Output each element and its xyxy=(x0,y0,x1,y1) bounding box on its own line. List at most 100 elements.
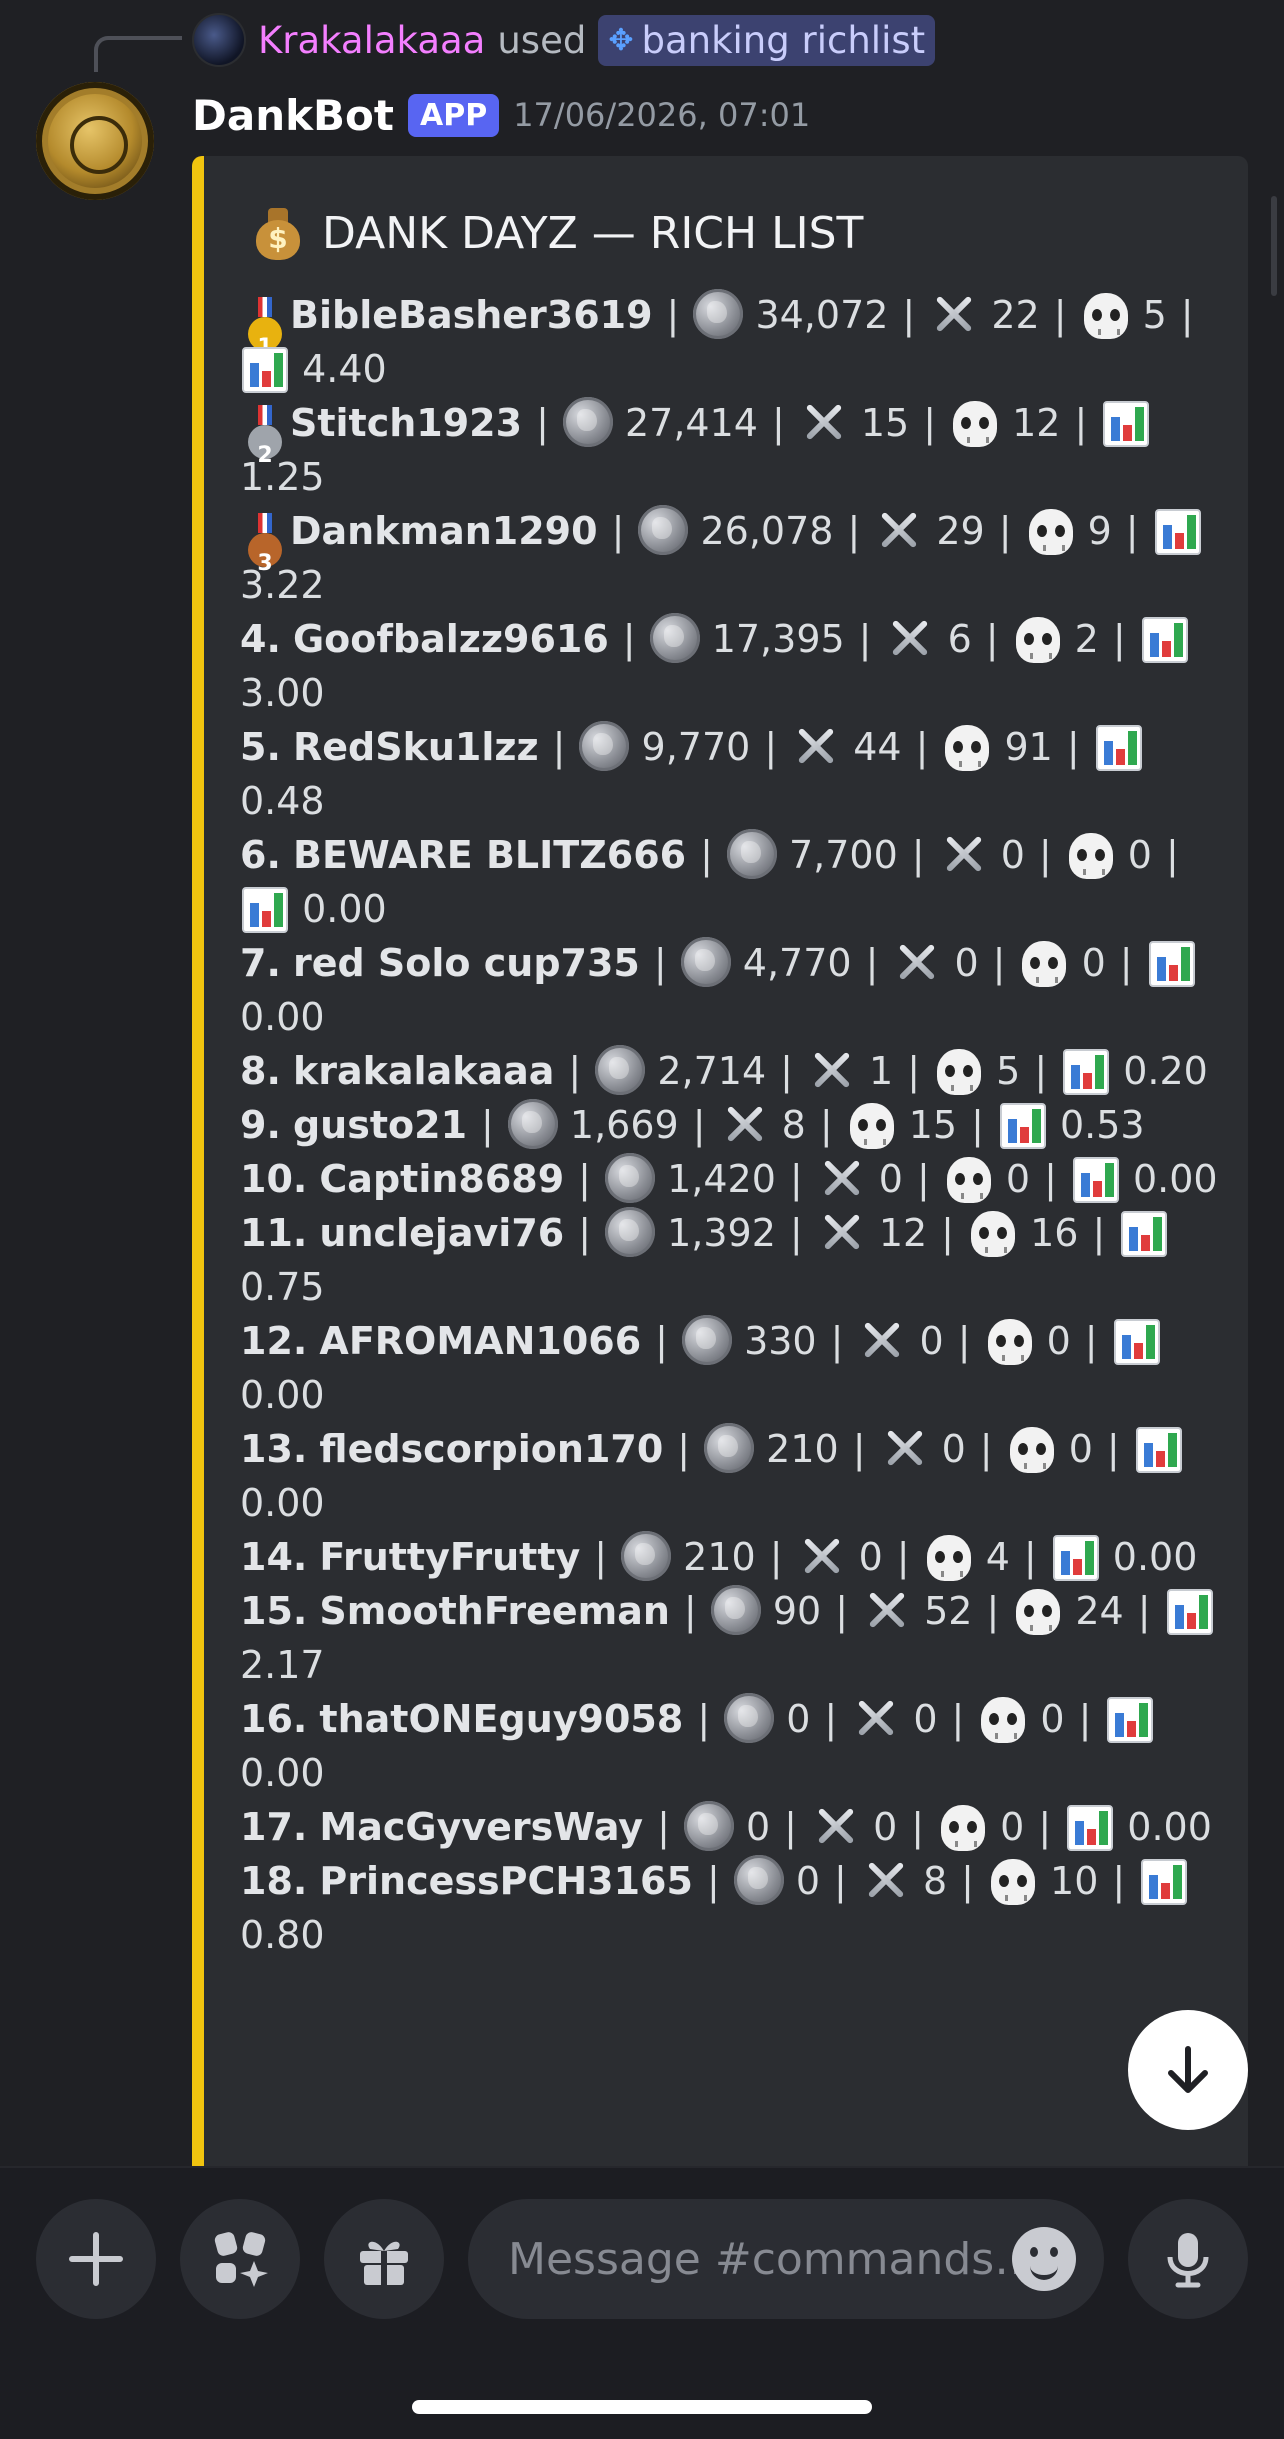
player-rank: 15. xyxy=(240,1589,308,1633)
coin-icon xyxy=(726,829,777,879)
home-indicator[interactable] xyxy=(412,2400,872,2414)
player-name: SmoothFreeman xyxy=(319,1589,670,1633)
reply-header[interactable]: Krakalakaaa used ✥ banking richlist xyxy=(192,10,936,70)
emoji-icon[interactable] xyxy=(1012,2227,1076,2291)
bar-chart-icon xyxy=(1141,1859,1188,1905)
separator: | xyxy=(764,725,778,769)
player-name: krakalakaaa xyxy=(292,1049,555,1093)
deaths-count: 5 xyxy=(1142,293,1167,337)
add-attachment-button[interactable] xyxy=(36,2199,156,2319)
coin-icon xyxy=(621,1531,672,1581)
player-rank: 16. xyxy=(240,1697,308,1741)
command-pill[interactable]: ✥ banking richlist xyxy=(598,14,936,66)
kills-count: 1 xyxy=(869,1049,894,1093)
rich-list-row: 11. unclejavi76 | 1,392 | 12 | 16 | 0.75 xyxy=(240,1206,1240,1314)
deaths-count: 0 xyxy=(1068,1427,1093,1471)
deaths-count: 16 xyxy=(1030,1211,1079,1255)
kd-ratio: 0.00 xyxy=(1132,1157,1218,1201)
coin-balance: 17,395 xyxy=(711,617,845,661)
apps-button[interactable] xyxy=(180,2199,300,2319)
message-timestamp: 17/06/2026, 07:01 xyxy=(513,96,811,134)
separator: | xyxy=(1066,725,1080,769)
voice-message-button[interactable] xyxy=(1128,2199,1248,2319)
separator: | xyxy=(951,1697,965,1741)
separator: | xyxy=(961,1859,974,1903)
kd-ratio: 0.00 xyxy=(240,1751,325,1795)
rich-list-row: 16. thatONEguy9058 | 0 | 0 | 0 | 0.00 xyxy=(240,1692,1240,1800)
coin-icon xyxy=(562,397,613,447)
separator: | xyxy=(1074,401,1088,445)
skull-icon xyxy=(945,725,990,771)
kills-count: 0 xyxy=(858,1535,883,1579)
coin-icon xyxy=(579,721,630,771)
plus-icon xyxy=(69,2232,123,2286)
gift-button[interactable] xyxy=(324,2199,444,2319)
kills-count: 0 xyxy=(954,941,979,985)
crossed-swords-icon xyxy=(799,397,849,447)
bar-chart-icon xyxy=(242,347,288,393)
crossed-swords-icon xyxy=(892,937,942,987)
kills-count: 44 xyxy=(853,725,902,769)
message-input[interactable]: Message #commands… xyxy=(468,2199,1104,2319)
separator: | xyxy=(835,1589,848,1633)
bar-chart-icon xyxy=(1121,1211,1168,1257)
separator: | xyxy=(784,1805,797,1849)
deaths-count: 0 xyxy=(1000,1805,1025,1849)
bar-chart-icon xyxy=(1052,1535,1099,1581)
coin-balance: 0 xyxy=(786,1697,811,1741)
coin-icon xyxy=(693,289,744,339)
rich-list-row: 18. PrincessPCH3165 | 0 | 8 | 10 | 0.80 xyxy=(240,1854,1240,1962)
deaths-count: 91 xyxy=(1004,725,1053,769)
skull-icon xyxy=(926,1535,971,1581)
kills-count: 6 xyxy=(947,617,972,661)
jump-to-bottom-button[interactable] xyxy=(1128,2010,1248,2130)
deaths-count: 4 xyxy=(985,1535,1010,1579)
bot-name[interactable]: DankBot xyxy=(192,91,394,140)
scrollbar[interactable] xyxy=(1271,196,1277,296)
rich-list-row: 14. FruttyFrutty | 210 | 0 | 4 | 0.00 xyxy=(240,1530,1240,1584)
reply-username[interactable]: Krakalakaaa xyxy=(258,19,485,62)
deaths-count: 0 xyxy=(1127,833,1152,877)
separator: | xyxy=(847,509,861,553)
kd-ratio: 0.80 xyxy=(240,1913,325,1957)
reply-user-avatar[interactable] xyxy=(192,13,246,67)
separator: | xyxy=(1038,1805,1052,1849)
player-name: fledscorpion170 xyxy=(319,1427,664,1471)
rich-list-row: 4. Goofbalzz9616 | 17,395 | 6 | 2 | 3.00 xyxy=(240,612,1240,720)
separator: | xyxy=(700,833,713,877)
kills-count: 52 xyxy=(924,1589,973,1633)
skull-icon xyxy=(987,1319,1032,1365)
rich-list-row: 2 Stitch1923 | 27,414 | 15 | 12 | 1.25 xyxy=(240,396,1240,504)
deaths-count: 15 xyxy=(908,1103,958,1147)
skull-icon xyxy=(937,1049,982,1095)
kills-count: 0 xyxy=(913,1697,938,1741)
player-name: BEWARE BLITZ666 xyxy=(292,833,687,877)
separator: | xyxy=(780,1049,793,1093)
crossed-swords-icon xyxy=(817,1207,867,1257)
player-rank: 6. xyxy=(240,833,281,877)
coin-icon xyxy=(733,1855,784,1905)
rich-list-row: 17. MacGyversWay | 0 | 0 | 0 | 0.00 xyxy=(240,1800,1240,1854)
kd-ratio: 0.00 xyxy=(1127,1805,1212,1849)
coin-icon xyxy=(507,1099,558,1149)
player-name: unclejavi76 xyxy=(319,1211,565,1255)
coin-icon xyxy=(680,937,731,987)
separator: | xyxy=(865,941,879,985)
bot-avatar[interactable] xyxy=(36,82,154,200)
rich-list: 1BibleBasher3619| 34,072| 22| 5| 4.402St… xyxy=(240,288,1240,1962)
player-rank: 13. xyxy=(240,1427,308,1471)
coin-balance: 1,392 xyxy=(667,1211,776,1255)
player-rank: 7. xyxy=(240,941,281,985)
separator: | xyxy=(957,1319,971,1363)
kd-ratio: 4.40 xyxy=(302,347,387,391)
coin-icon xyxy=(710,1585,761,1635)
separator: | xyxy=(536,401,549,445)
deaths-count: 12 xyxy=(1012,401,1061,445)
separator: | xyxy=(923,401,937,445)
separator: | xyxy=(992,941,1006,985)
separator: | xyxy=(1137,1589,1151,1633)
separator: | xyxy=(1112,1859,1126,1903)
kd-ratio: 0.75 xyxy=(240,1265,325,1309)
bar-chart-icon xyxy=(1063,1049,1110,1095)
deaths-count: 2 xyxy=(1074,617,1099,661)
